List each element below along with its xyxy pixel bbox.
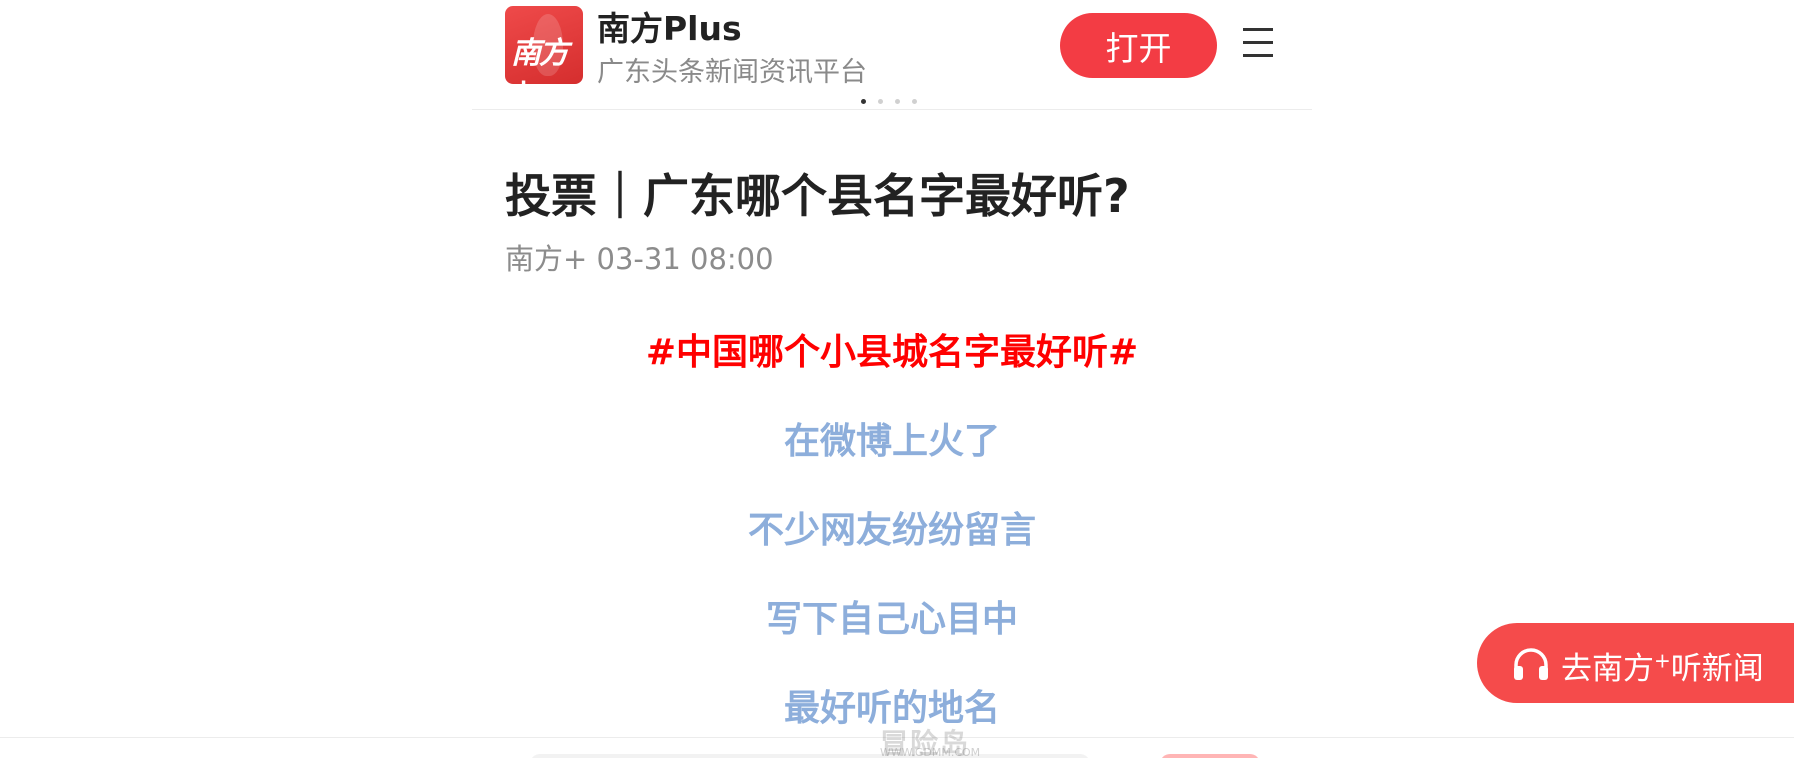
pager-dot[interactable]: [861, 99, 866, 104]
article-paragraph: 写下自己心目中: [765, 599, 1018, 640]
pager-dot[interactable]: [878, 99, 883, 104]
app-slogan: 广东头条新闻资讯平台: [597, 57, 867, 88]
article-meta: 南方+ 03-31 08:00: [505, 242, 774, 276]
headphone-icon: [1514, 648, 1548, 680]
article-paragraph: 在微博上火了: [783, 421, 1000, 462]
listen-news-button[interactable]: 去南方+听新闻: [1477, 623, 1794, 703]
app-banner: 南方+ 南方Plus 广东头条新闻资讯平台 打开: [472, 0, 1312, 110]
bottom-action-button[interactable]: [1160, 754, 1260, 758]
listen-news-label: 去南方+听新闻: [1561, 648, 1764, 687]
article-title: 投票｜广东哪个县名字最好听?: [505, 169, 1130, 223]
hamburger-menu-icon[interactable]: [1243, 26, 1273, 60]
pager-dot[interactable]: [912, 99, 917, 104]
page: 南方+ 南方Plus 广东头条新闻资讯平台 打开 投票｜广东哪个县名字最好听? …: [0, 0, 1794, 758]
carousel-pager: [861, 99, 917, 104]
comment-input[interactable]: [530, 754, 1090, 758]
pager-dot[interactable]: [895, 99, 900, 104]
open-app-button[interactable]: 打开: [1060, 13, 1217, 78]
article-paragraph: 不少网友纷纷留言: [747, 510, 1036, 551]
app-name: 南方Plus: [597, 9, 742, 48]
app-logo[interactable]: 南方+: [505, 6, 583, 84]
article-hashtag: #中国哪个小县城名字最好听#: [645, 332, 1139, 373]
app-logo-text: 南方+: [511, 36, 569, 84]
article-body: #中国哪个小县城名字最好听# 在微博上火了 不少网友纷纷留言 写下自己心目中 最…: [472, 320, 1312, 758]
watermark-url: WWW.GDMM.COM: [880, 746, 981, 758]
